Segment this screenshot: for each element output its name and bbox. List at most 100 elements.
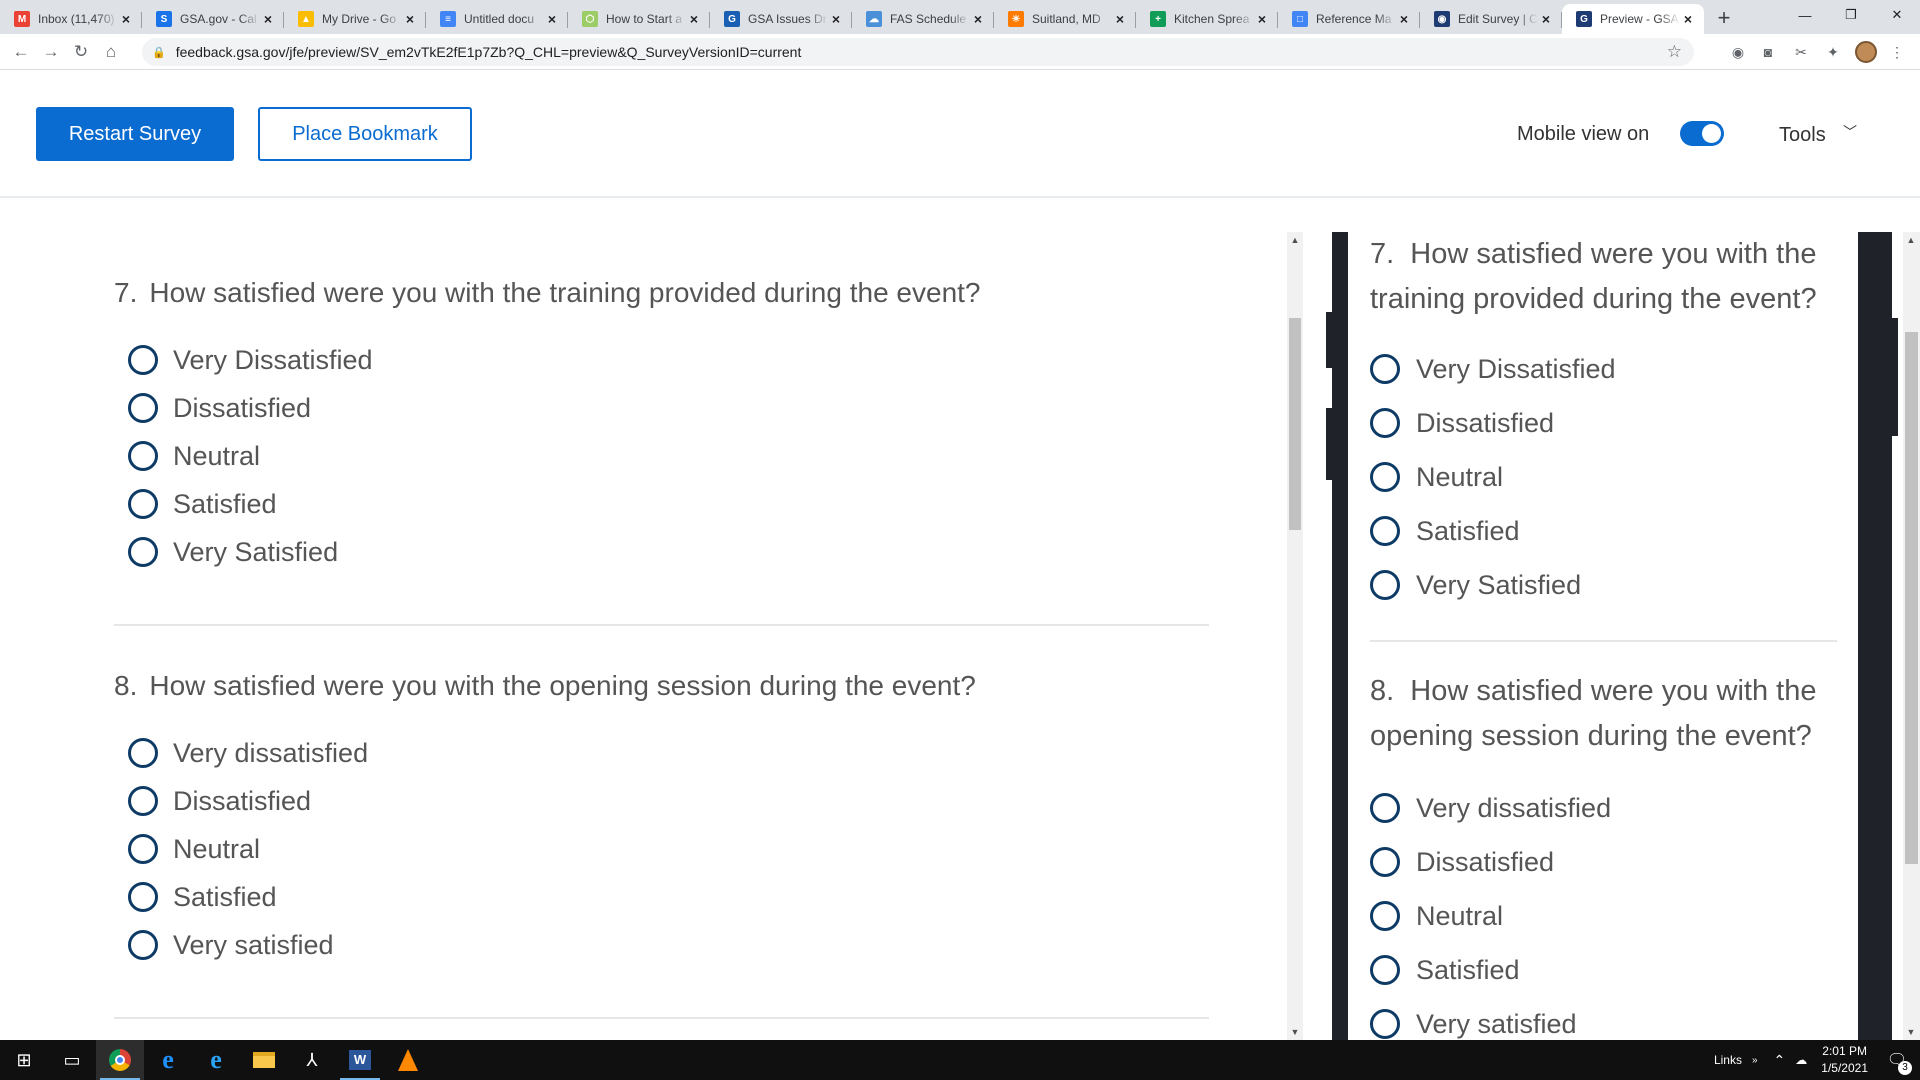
extensions-puzzle-icon[interactable]: ✦ — [1822, 41, 1844, 63]
browser-tab[interactable]: ▲ My Drive - Go × — [284, 4, 426, 34]
mobile-view-toggle[interactable] — [1680, 121, 1724, 146]
close-tab-icon[interactable]: × — [686, 11, 702, 27]
close-tab-icon[interactable]: × — [1254, 11, 1270, 27]
scroll-up-arrow-icon[interactable]: ▲ — [1903, 232, 1919, 248]
radio-button[interactable] — [128, 537, 158, 567]
answer-option[interactable]: Satisfied — [128, 488, 277, 520]
radio-button[interactable] — [1370, 570, 1400, 600]
minimize-button[interactable]: — — [1782, 0, 1828, 30]
mobile-scrollbar[interactable]: ▲ ▼ — [1903, 232, 1920, 1040]
mobile-answer-option[interactable]: Very Satisfied — [1370, 569, 1581, 601]
radio-button[interactable] — [128, 441, 158, 471]
browser-tab[interactable]: G Preview - GSA × — [1562, 4, 1704, 34]
radio-button[interactable] — [1370, 901, 1400, 931]
place-bookmark-button[interactable]: Place Bookmark — [258, 107, 472, 161]
scroll-thumb[interactable] — [1905, 332, 1918, 864]
chevron-double-right-icon[interactable]: » — [1752, 1055, 1758, 1066]
file-explorer-icon[interactable] — [240, 1040, 288, 1080]
answer-option[interactable]: Neutral — [128, 440, 260, 472]
radio-button[interactable] — [128, 393, 158, 423]
answer-option[interactable]: Dissatisfied — [128, 785, 311, 817]
desktop-scrollbar[interactable]: ▲ ▼ — [1287, 232, 1303, 1040]
extension-cam-icon[interactable]: ◙ — [1757, 41, 1779, 63]
answer-option[interactable]: Very Satisfied — [128, 536, 338, 568]
radio-button[interactable] — [1370, 955, 1400, 985]
scroll-down-arrow-icon[interactable]: ▼ — [1903, 1024, 1919, 1040]
reload-button[interactable]: ↻ — [66, 37, 96, 67]
close-tab-icon[interactable]: × — [118, 11, 134, 27]
answer-option[interactable]: Very Dissatisfied — [128, 344, 373, 376]
scroll-up-arrow-icon[interactable]: ▲ — [1287, 232, 1303, 248]
radio-button[interactable] — [128, 834, 158, 864]
clock[interactable]: 2:01 PM 1/5/2021 — [1821, 1043, 1868, 1077]
onedrive-icon[interactable]: ☁ — [1795, 1053, 1807, 1067]
mobile-answer-option[interactable]: Satisfied — [1370, 515, 1520, 547]
browser-tab[interactable]: ◉ Edit Survey | C × — [1420, 4, 1562, 34]
bookmark-star-icon[interactable]: ☆ — [1667, 42, 1682, 62]
task-view-icon[interactable]: ▭ — [48, 1040, 96, 1080]
close-tab-icon[interactable]: × — [402, 11, 418, 27]
address-bar[interactable]: 🔒 feedback.gsa.gov/jfe/preview/SV_em2vTk… — [142, 38, 1694, 66]
mobile-answer-option[interactable]: Dissatisfied — [1370, 846, 1554, 878]
browser-tab[interactable]: ⬡ How to Start a × — [568, 4, 710, 34]
close-tab-icon[interactable]: × — [1396, 11, 1412, 27]
internet-explorer-icon[interactable]: e — [192, 1040, 240, 1080]
chevron-up-icon[interactable]: ⌃ — [1774, 1052, 1786, 1069]
acrobat-icon[interactable]: ⅄ — [288, 1040, 336, 1080]
radio-button[interactable] — [1370, 408, 1400, 438]
radio-button[interactable] — [128, 882, 158, 912]
mobile-answer-option[interactable]: Very satisfied — [1370, 1008, 1577, 1040]
extension-circle-icon[interactable]: ◉ — [1727, 41, 1749, 63]
close-tab-icon[interactable]: × — [1680, 11, 1696, 27]
answer-option[interactable]: Very dissatisfied — [128, 737, 368, 769]
radio-button[interactable] — [1370, 793, 1400, 823]
back-button[interactable]: ← — [6, 37, 36, 67]
answer-option[interactable]: Neutral — [128, 833, 260, 865]
windows-start-icon[interactable]: ⊞ — [0, 1040, 48, 1080]
mobile-answer-option[interactable]: Satisfied — [1370, 954, 1520, 986]
tools-menu[interactable]: Tools — [1779, 124, 1826, 147]
radio-button[interactable] — [1370, 516, 1400, 546]
radio-button[interactable] — [1370, 462, 1400, 492]
radio-button[interactable] — [128, 738, 158, 768]
close-tab-icon[interactable]: × — [1538, 11, 1554, 27]
chrome-icon[interactable] — [96, 1040, 144, 1080]
menu-kebab-icon[interactable]: ⋮ — [1886, 41, 1908, 63]
mobile-answer-option[interactable]: Very Dissatisfied — [1370, 353, 1616, 385]
browser-tab[interactable]: ☁ FAS Schedule × — [852, 4, 994, 34]
forward-button[interactable]: → — [36, 37, 66, 67]
close-window-button[interactable]: ✕ — [1874, 0, 1920, 30]
browser-tab[interactable]: G GSA Issues Dr × — [710, 4, 852, 34]
browser-tab[interactable]: M Inbox (11,470) × — [0, 4, 142, 34]
home-button[interactable]: ⌂ — [96, 37, 126, 67]
answer-option[interactable]: Very satisfied — [128, 929, 334, 961]
radio-button[interactable] — [1370, 1009, 1400, 1039]
radio-button[interactable] — [1370, 847, 1400, 877]
edge-legacy-icon[interactable]: e — [144, 1040, 192, 1080]
chevron-down-icon[interactable]: ﹀ — [1843, 122, 1857, 142]
vlc-icon[interactable] — [384, 1040, 432, 1080]
browser-tab[interactable]: ≡ Untitled docu × — [426, 4, 568, 34]
mobile-answer-option[interactable]: Dissatisfied — [1370, 407, 1554, 439]
mobile-answer-option[interactable]: Neutral — [1370, 900, 1503, 932]
mobile-answer-option[interactable]: Neutral — [1370, 461, 1503, 493]
radio-button[interactable] — [128, 786, 158, 816]
new-tab-button[interactable]: + — [1710, 4, 1738, 32]
close-tab-icon[interactable]: × — [1112, 11, 1128, 27]
profile-avatar[interactable] — [1855, 41, 1877, 63]
restart-survey-button[interactable]: Restart Survey — [36, 107, 234, 161]
close-tab-icon[interactable]: × — [828, 11, 844, 27]
scroll-down-arrow-icon[interactable]: ▼ — [1287, 1024, 1303, 1040]
radio-button[interactable] — [128, 489, 158, 519]
radio-button[interactable] — [128, 345, 158, 375]
extension-scissors-icon[interactable]: ✂ — [1790, 41, 1812, 63]
browser-tab[interactable]: □ Reference Ma × — [1278, 4, 1420, 34]
mobile-answer-option[interactable]: Very dissatisfied — [1370, 792, 1611, 824]
radio-button[interactable] — [1370, 354, 1400, 384]
browser-tab[interactable]: S GSA.gov - Cal × — [142, 4, 284, 34]
scroll-thumb[interactable] — [1289, 318, 1301, 530]
answer-option[interactable]: Dissatisfied — [128, 392, 311, 424]
close-tab-icon[interactable]: × — [544, 11, 560, 27]
close-tab-icon[interactable]: × — [970, 11, 986, 27]
browser-tab[interactable]: + Kitchen Sprea × — [1136, 4, 1278, 34]
